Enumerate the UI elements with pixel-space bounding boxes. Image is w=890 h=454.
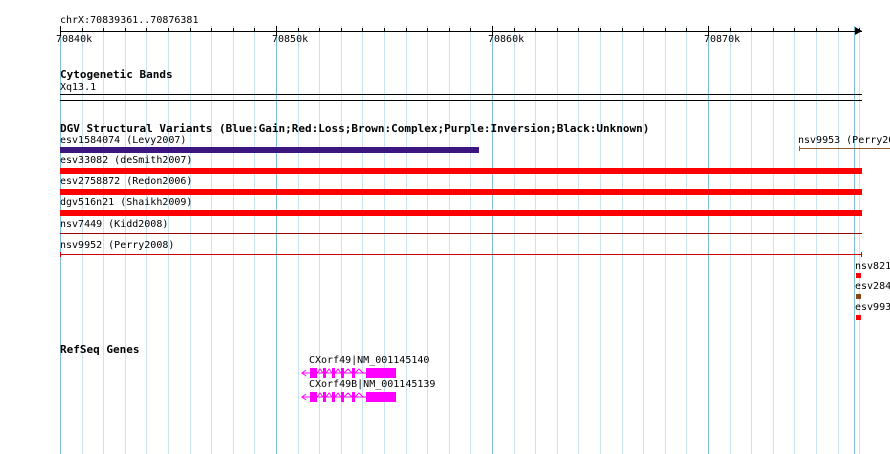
sv-feature-end-tick: [799, 146, 800, 151]
sv-feature-label[interactable]: nsv7449 (Kidd2008): [60, 219, 168, 231]
ruler-tick-label: 70870k: [704, 34, 741, 45]
sv-feature-bar[interactable]: [60, 233, 862, 234]
ruler-arrow-icon: [855, 27, 862, 35]
cytoband-track-title: Cytogenetic Bands: [60, 68, 173, 81]
sv-feature-bar[interactable]: [856, 273, 861, 278]
dgv-track-title: DGV Structural Variants (Blue:Gain;Red:L…: [60, 122, 650, 135]
gene-model[interactable]: [300, 366, 400, 380]
sv-feature-end-tick: [60, 252, 61, 257]
sv-feature-bar[interactable]: [856, 294, 861, 299]
sv-feature-label[interactable]: nsv9953 (Perry20: [798, 135, 890, 147]
ruler-tick-label: 70840k: [56, 34, 93, 45]
sv-feature-label[interactable]: nsv821: [855, 261, 890, 273]
sv-feature-label[interactable]: nsv9952 (Perry2008): [60, 240, 174, 252]
cytoband-bottom-border: [60, 100, 862, 101]
sv-feature-end-tick: [861, 252, 862, 257]
sv-feature-label[interactable]: esv284: [855, 281, 890, 293]
sv-feature-label[interactable]: esv2758872 (Redon2006): [60, 176, 192, 188]
cytoband-top-border: [60, 94, 862, 95]
sv-feature-bar[interactable]: [799, 148, 890, 149]
sv-feature-bar[interactable]: [60, 254, 862, 255]
sv-feature-bar[interactable]: [60, 168, 862, 174]
sv-feature-bar[interactable]: [60, 147, 479, 153]
ruler-tick-label: 70860k: [488, 34, 525, 45]
sv-feature-label[interactable]: dgv516n21 (Shaikh2009): [60, 197, 192, 209]
sv-feature-label[interactable]: esv33082 (deSmith2007): [60, 155, 192, 167]
sv-feature-bar[interactable]: [60, 210, 862, 216]
ruler-tick-label: 70850k: [272, 34, 309, 45]
sv-feature-bar[interactable]: [856, 315, 861, 320]
ruler-coords: chrX:70839361..70876381: [60, 15, 199, 26]
gene-model[interactable]: [300, 390, 400, 404]
cytoband-label[interactable]: Xq13.1: [60, 82, 96, 94]
ruler-axis: [60, 31, 862, 32]
sv-feature-bar[interactable]: [60, 189, 862, 195]
refseq-track-title: RefSeq Genes: [60, 343, 140, 356]
sv-feature-label[interactable]: esv1584074 (Levy2007): [60, 135, 186, 147]
sv-feature-label[interactable]: esv993: [855, 302, 890, 314]
